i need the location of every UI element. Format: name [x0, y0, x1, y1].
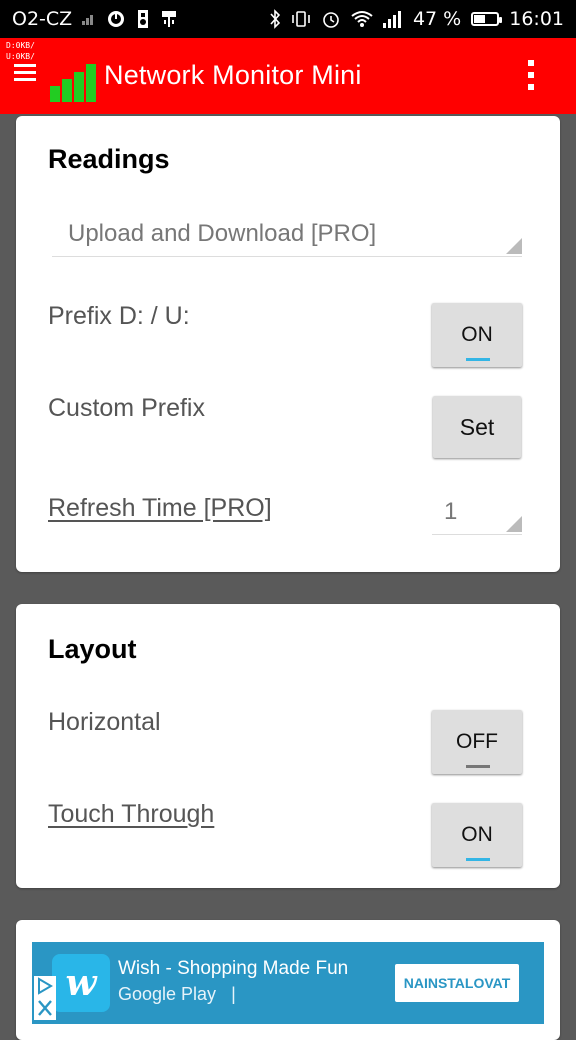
horizontal-toggle-label: OFF	[456, 730, 498, 753]
toggle-on-indicator	[466, 858, 490, 861]
mode-select-value: Upload and Download [PRO]	[68, 220, 377, 247]
refresh-time-link[interactable]: Refresh Time [PRO]	[48, 494, 272, 523]
battery-percent: 47 %	[412, 8, 462, 30]
layout-title: Layout	[48, 634, 137, 664]
set-prefix-button[interactable]: Set	[433, 396, 521, 458]
overflow-menu-icon[interactable]	[525, 60, 537, 94]
dropdown-triangle-icon	[506, 238, 522, 254]
app-bar: D:0KB/ U:0KB/ Network Monitor Mini	[0, 38, 576, 114]
touch-through-toggle-label: ON	[461, 823, 493, 846]
horizontal-toggle[interactable]: OFF	[432, 710, 522, 774]
carrier-label: O2-CZ	[12, 8, 73, 30]
ad-banner[interactable]: w Wish - Shopping Made Fun Google Play |…	[32, 942, 544, 1024]
dropdown-triangle-icon	[506, 516, 522, 532]
touch-through-toggle[interactable]: ON	[432, 803, 522, 867]
battery-icon	[471, 12, 503, 26]
prefix-label: Prefix D: / U:	[48, 302, 190, 330]
clock: 16:01	[509, 8, 564, 30]
usb-icon	[160, 9, 178, 29]
horizontal-label: Horizontal	[48, 708, 161, 736]
touch-through-link[interactable]: Touch Through	[48, 800, 214, 829]
wish-logo-icon: w	[52, 954, 110, 1012]
power-icon	[106, 9, 126, 29]
toggle-on-indicator	[466, 358, 490, 361]
ad-title: Wish - Shopping Made Fun	[118, 958, 349, 979]
signal-icon	[82, 13, 96, 25]
status-bar: O2-CZ 47 % 16:01	[0, 0, 576, 38]
ad-choices-icon[interactable]	[34, 976, 56, 1020]
ad-store: Google Play |	[118, 984, 236, 1005]
signal-bars-logo-icon	[50, 64, 98, 102]
wifi-icon	[351, 10, 373, 28]
bluetooth-icon	[269, 9, 281, 29]
sd-icon	[136, 9, 150, 29]
hamburger-menu-icon[interactable]	[14, 64, 36, 82]
traffic-readout: D:0KB/ U:0KB/	[6, 40, 35, 62]
prefix-toggle[interactable]: ON	[432, 303, 522, 367]
mode-select[interactable]: Upload and Download [PRO]	[52, 218, 522, 257]
alarm-icon	[321, 9, 341, 29]
ad-separator: |	[231, 984, 236, 1004]
custom-prefix-label: Custom Prefix	[48, 394, 205, 422]
prefix-toggle-label: ON	[461, 323, 493, 346]
layout-card: Layout Horizontal OFF Touch Through ON	[16, 604, 560, 888]
readings-card: Readings Upload and Download [PRO] Prefi…	[16, 116, 560, 572]
upload-readout: U:0KB/	[6, 52, 35, 61]
signal-bars-icon	[382, 10, 403, 28]
download-readout: D:0KB/	[6, 41, 35, 50]
install-button[interactable]: NAINSTALOVAT	[395, 964, 519, 1002]
app-title: Network Monitor Mini	[104, 60, 362, 90]
ad-store-name: Google Play	[118, 984, 217, 1004]
refresh-time-value: 1	[444, 498, 458, 525]
refresh-time-select[interactable]: 1	[432, 496, 522, 535]
vibrate-icon	[291, 9, 311, 29]
toggle-off-indicator	[466, 765, 490, 768]
readings-title: Readings	[48, 144, 170, 174]
